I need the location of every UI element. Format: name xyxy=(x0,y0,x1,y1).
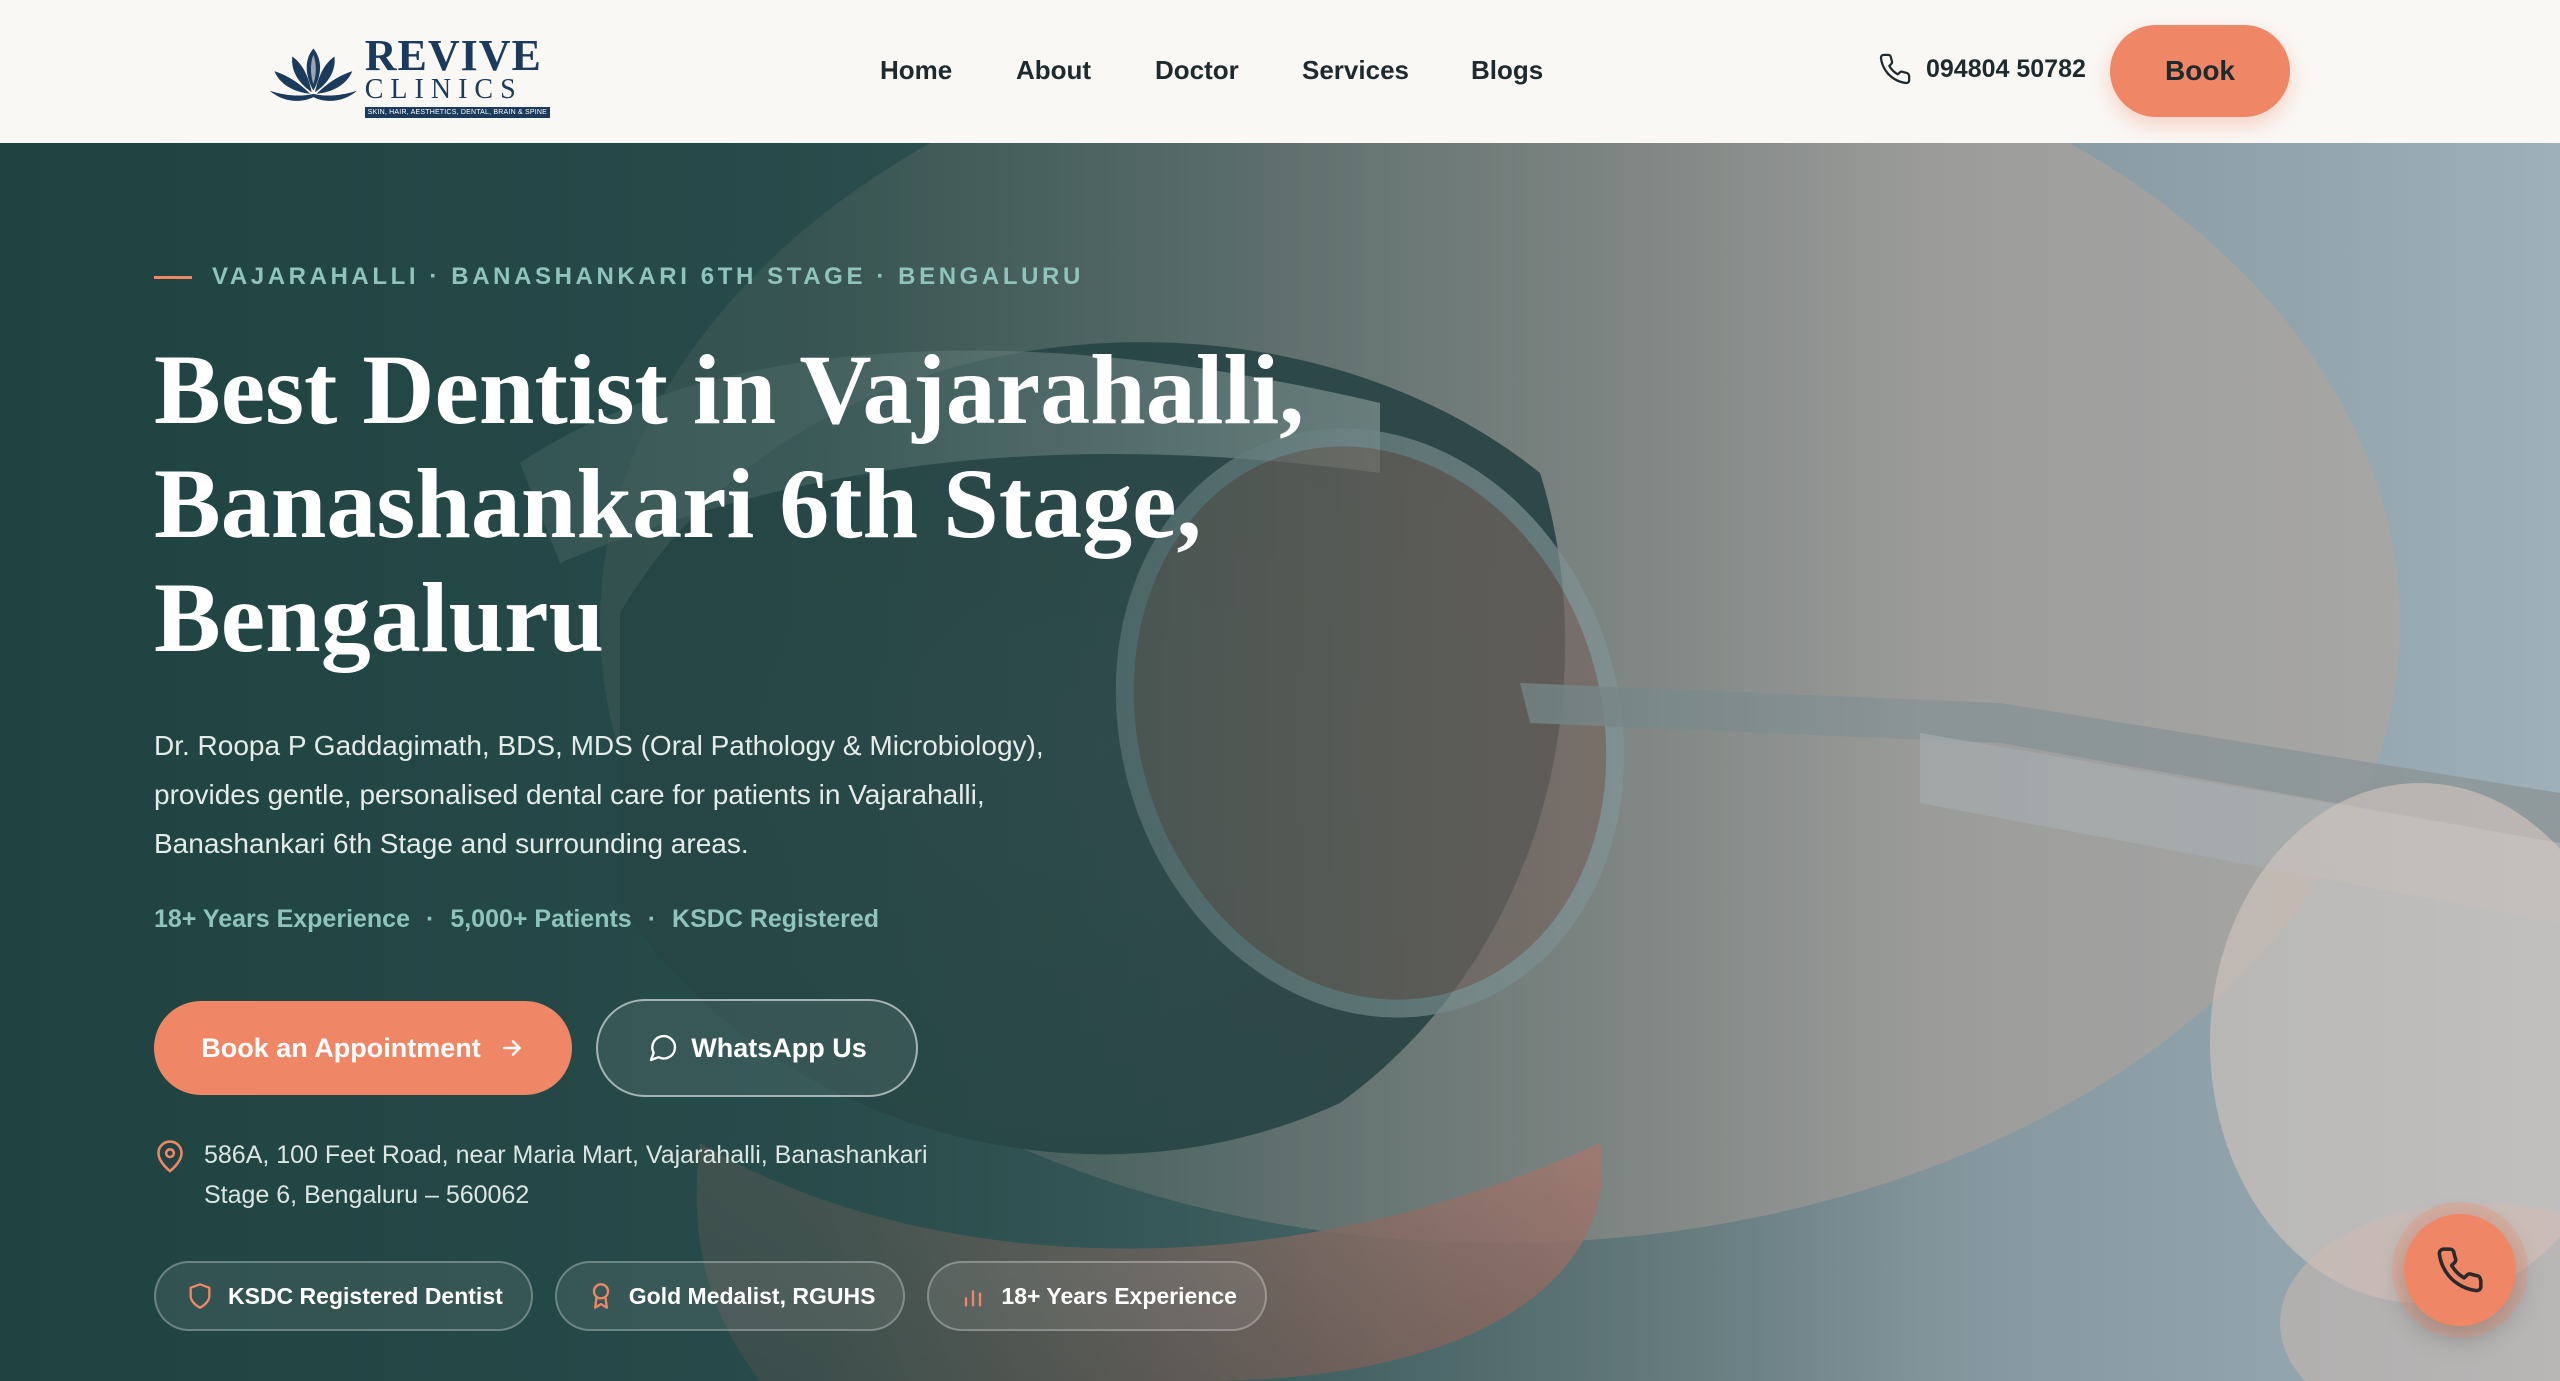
site-header: REVIVE CLINICS SKIN, HAIR, AESTHETICS, D… xyxy=(0,0,2560,143)
hero-description-line: provides gentle, personalised dental car… xyxy=(154,779,985,810)
floating-call-button[interactable] xyxy=(2404,1214,2516,1326)
nav-home[interactable]: Home xyxy=(880,55,952,86)
award-icon xyxy=(592,1283,609,1309)
nav-blogs[interactable]: Blogs xyxy=(1471,55,1543,86)
badge-label: Gold Medalist, RGUHS xyxy=(628,1282,876,1309)
brand-tagline: SKIN, HAIR, AESTHETICS, DENTAL, BRAIN & … xyxy=(364,107,550,118)
hero-title-line: Best Dentist in Vajarahalli, xyxy=(154,334,1305,445)
lotus-icon xyxy=(269,48,358,101)
badge-label: 18+ Years Experience xyxy=(1001,1282,1237,1309)
whatsapp-button[interactable]: WhatsApp Us xyxy=(596,999,918,1097)
stat-separator: · xyxy=(647,905,657,933)
badge-ksdc: KSDC Registered Dentist xyxy=(154,1261,533,1331)
eyebrow-accent-line xyxy=(154,275,192,279)
phone-icon xyxy=(1879,53,1911,85)
hero-title-line: Bengaluru xyxy=(154,562,605,673)
nav-doctor[interactable]: Doctor xyxy=(1155,55,1239,86)
map-pin-icon xyxy=(157,1140,183,1173)
badge-gold-medalist: Gold Medalist, RGUHS xyxy=(554,1261,906,1331)
book-appointment-label: Book an Appointment xyxy=(201,1032,481,1063)
book-button[interactable]: Book xyxy=(2110,25,2290,117)
nav-about[interactable]: About xyxy=(1016,55,1091,86)
credential-badges: KSDC Registered Dentist Gold Medalist, R… xyxy=(154,1261,1289,1331)
hero-stats: 18+ Years Experience · 5,000+ Patients ·… xyxy=(154,905,879,934)
hero-section: VAJARAHALLI · BANASHANKARI 6TH STAGE · B… xyxy=(0,143,2560,1381)
brand-sub: CLINICS xyxy=(364,74,523,105)
arrow-right-icon xyxy=(502,1040,521,1056)
hero-description-line: Banashankari 6th Stage and surrounding a… xyxy=(154,828,749,859)
hero-title-line: Banashankari 6th Stage, xyxy=(154,448,1202,559)
phone-icon xyxy=(2437,1247,2483,1293)
header-phone-link[interactable]: 094804 50782 xyxy=(1878,52,2086,86)
shield-icon xyxy=(189,1283,211,1309)
address-line: 586A, 100 Feet Road, near Maria Mart, Va… xyxy=(204,1141,928,1169)
badge-experience: 18+ Years Experience xyxy=(927,1261,1267,1331)
badge-label: KSDC Registered Dentist xyxy=(228,1282,503,1309)
address-line: Stage 6, Bengaluru – 560062 xyxy=(204,1181,530,1209)
stat-registration: KSDC Registered xyxy=(672,905,880,933)
brand-name: REVIVE xyxy=(364,31,542,80)
whatsapp-label: WhatsApp Us xyxy=(691,1032,867,1063)
hero-description-line: Dr. Roopa P Gaddagimath, BDS, MDS (Oral … xyxy=(154,730,1044,761)
hero-title: Best Dentist in Vajarahalli, Banashankar… xyxy=(154,333,1454,675)
stat-experience: 18+ Years Experience xyxy=(154,905,410,933)
stat-separator: · xyxy=(426,905,435,933)
nav-services[interactable]: Services xyxy=(1302,55,1409,86)
brand-logo[interactable]: REVIVE CLINICS SKIN, HAIR, AESTHETICS, D… xyxy=(268,31,550,118)
clinic-address: 586A, 100 Feet Road, near Maria Mart, Va… xyxy=(154,1135,964,1215)
stat-patients: 5,000+ Patients xyxy=(450,905,632,933)
chat-bubble-icon xyxy=(650,1035,677,1062)
book-appointment-button[interactable]: Book an Appointment xyxy=(154,1001,572,1095)
bar-chart-icon xyxy=(965,1290,982,1307)
phone-number: 094804 50782 xyxy=(1926,54,2086,83)
hero-eyebrow: VAJARAHALLI · BANASHANKARI 6TH STAGE · B… xyxy=(154,263,1084,291)
hero-description: Dr. Roopa P Gaddagimath, BDS, MDS (Oral … xyxy=(154,721,1114,868)
eyebrow-text: VAJARAHALLI · BANASHANKARI 6TH STAGE · B… xyxy=(212,263,1084,290)
